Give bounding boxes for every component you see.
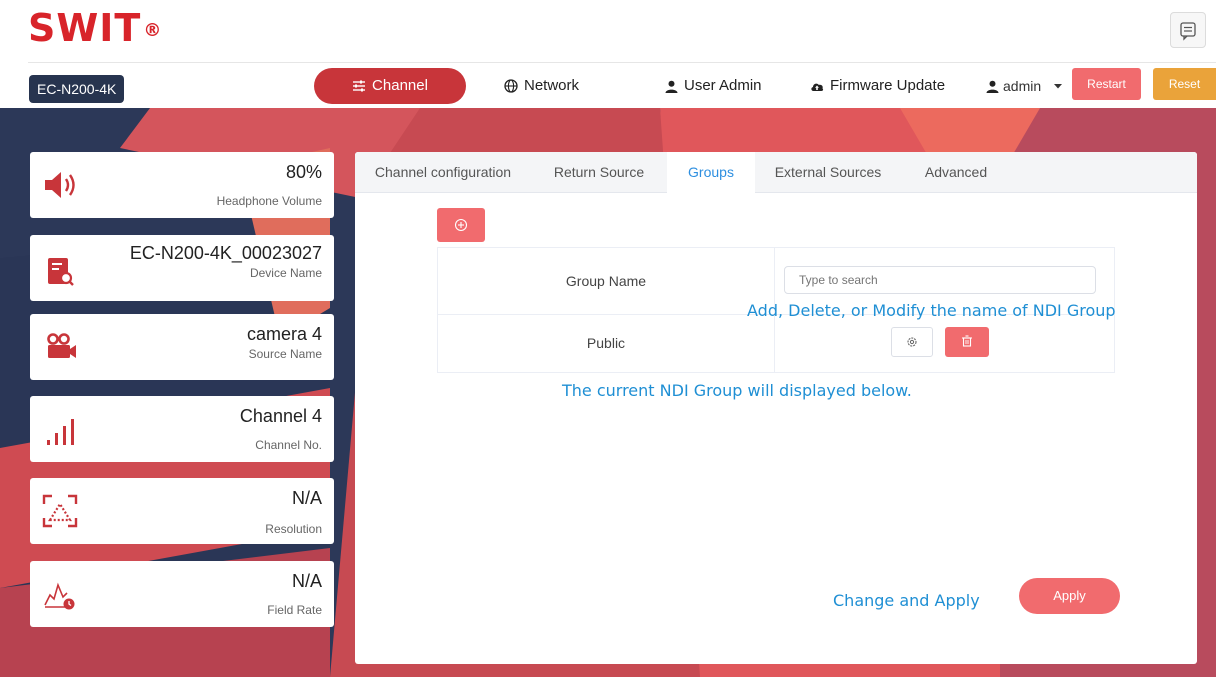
sliders-icon <box>353 80 366 92</box>
annotation-change-apply: Change and Apply <box>833 591 980 610</box>
field-rate-icon <box>44 582 75 610</box>
nav-network[interactable]: Network <box>504 68 579 104</box>
headphone-volume-value: 80% <box>285 162 322 182</box>
trash-icon <box>962 335 972 347</box>
headphone-volume-card: 80% Headphone Volume <box>30 152 334 218</box>
device-name-value: EC-N200-4K_00023027 <box>129 243 322 263</box>
nav-user-admin-label: User Admin <box>684 77 762 94</box>
annotation-current-group: The current NDI Group will displayed bel… <box>562 381 912 400</box>
user-icon <box>986 80 999 93</box>
nav-user-admin[interactable]: User Admin <box>665 68 762 104</box>
user-icon <box>665 80 678 93</box>
user-name: admin <box>1003 78 1042 94</box>
tab-bar: Channel configuration Return Source Grou… <box>355 152 1197 193</box>
device-doc-icon <box>48 258 74 286</box>
video-camera-icon <box>47 333 76 358</box>
channel-no-label: Channel No. <box>255 438 322 452</box>
group-name-header: Group Name <box>565 273 647 289</box>
channel-no-value: Channel 4 <box>239 406 322 426</box>
source-name-value: camera 4 <box>246 324 322 344</box>
header-divider <box>28 62 1216 63</box>
tab-advanced[interactable]: Advanced <box>901 152 1011 192</box>
channel-panel: Channel configuration Return Source Grou… <box>355 152 1197 664</box>
speaker-icon <box>45 172 75 198</box>
source-name-card: camera 4 Source Name <box>30 314 334 380</box>
device-name-label: Device Name <box>249 266 322 280</box>
group-row-name: Public <box>586 335 626 351</box>
annotation-modify-group: Add, Delete, or Modify the name of NDI G… <box>747 301 1116 320</box>
signal-bars-icon <box>47 419 74 445</box>
nav-network-label: Network <box>524 77 580 94</box>
nav-firmware-update-label: Firmware Update <box>830 77 946 94</box>
messages-button[interactable] <box>1170 12 1206 48</box>
swit-logo: SWIT ® <box>28 6 162 50</box>
field-rate-label: Field Rate <box>267 603 322 617</box>
group-search-input[interactable] <box>784 266 1096 294</box>
tab-return-source[interactable]: Return Source <box>531 152 667 192</box>
apply-button[interactable]: Apply <box>1019 578 1120 614</box>
caret-down-icon <box>1054 84 1063 89</box>
registered-mark: ® <box>143 20 163 41</box>
plus-circle-icon <box>454 218 468 232</box>
settings-icon <box>907 337 917 347</box>
logo-text: SWIT <box>28 6 142 50</box>
resolution-icon <box>42 494 78 528</box>
device-name-card: EC-N200-4K_00023027 Device Name <box>30 235 334 301</box>
resolution-label: Resolution <box>265 522 322 536</box>
field-rate-card: N/A Field Rate <box>30 561 334 627</box>
nav-channel-label: Channel <box>372 77 428 94</box>
field-rate-value: N/A <box>291 571 322 591</box>
reset-button[interactable]: Reset <box>1153 68 1216 100</box>
source-name-label: Source Name <box>248 347 322 361</box>
user-menu[interactable]: admin <box>986 78 1065 94</box>
channel-no-card: Channel 4 Channel No. <box>30 396 334 462</box>
tab-external-sources[interactable]: External Sources <box>755 152 901 192</box>
restart-button[interactable]: Restart <box>1072 68 1141 100</box>
globe-icon <box>504 79 518 93</box>
add-group-button[interactable] <box>437 208 485 242</box>
resolution-card: N/A Resolution <box>30 478 334 544</box>
nav-firmware-update[interactable]: Firmware Update <box>810 68 945 104</box>
resolution-value: N/A <box>291 488 322 508</box>
model-badge: EC-N200-4K <box>29 75 125 103</box>
nav-channel[interactable]: Channel <box>314 68 466 104</box>
cloud-upload-icon <box>811 83 824 91</box>
headphone-volume-label: Headphone Volume <box>216 194 322 208</box>
chat-icon <box>1180 22 1196 41</box>
tab-groups[interactable]: Groups <box>667 152 755 193</box>
edit-group-button[interactable] <box>891 327 933 357</box>
delete-group-button[interactable] <box>945 327 989 357</box>
tab-channel-configuration[interactable]: Channel configuration <box>355 152 531 192</box>
